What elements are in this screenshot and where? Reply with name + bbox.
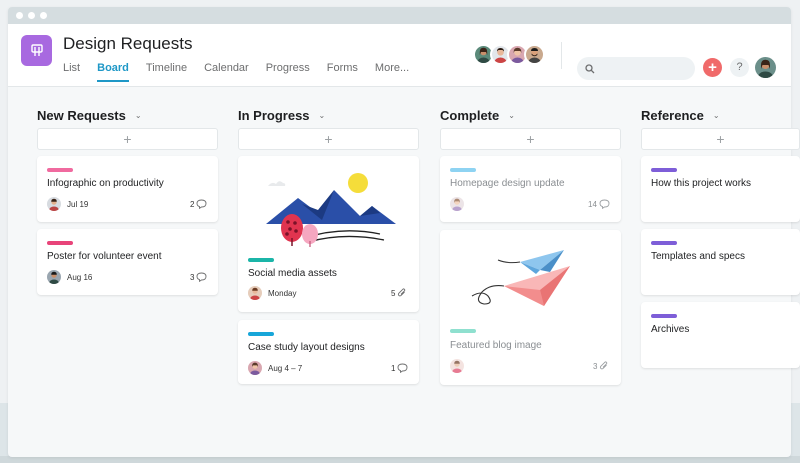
- avatar[interactable]: [450, 359, 464, 373]
- chevron-down-icon[interactable]: ⌄: [135, 111, 142, 120]
- column-header-complete[interactable]: Complete ⌄: [440, 108, 515, 123]
- column-header-in-progress[interactable]: In Progress ⌄: [238, 108, 325, 123]
- reference-card[interactable]: Templates and specs: [641, 229, 800, 295]
- card-tag: [248, 332, 274, 336]
- tab-forms[interactable]: Forms: [327, 60, 358, 82]
- card-comment-count[interactable]: 2: [190, 199, 207, 209]
- card-title: Featured blog image: [450, 340, 542, 351]
- project-nav: List Board Timeline Calendar Progress Fo…: [63, 60, 426, 82]
- card-title: Case study layout designs: [248, 342, 365, 353]
- card-attachment-count[interactable]: 3: [593, 361, 609, 371]
- column-header-reference[interactable]: Reference ⌄: [641, 108, 720, 123]
- add-task-button[interactable]: +: [238, 128, 419, 150]
- tab-calendar[interactable]: Calendar: [204, 60, 249, 82]
- avatar[interactable]: [248, 361, 262, 375]
- window-titlebar: [8, 7, 791, 24]
- card-comment-count[interactable]: 14: [588, 199, 610, 209]
- page-background-strip: [0, 456, 800, 463]
- attachment-icon: [398, 288, 406, 297]
- avatar[interactable]: [450, 197, 464, 211]
- card-tag: [47, 241, 73, 245]
- card-due-date: Monday: [268, 289, 297, 298]
- card-tag: [248, 258, 274, 262]
- quick-add-button[interactable]: +: [703, 58, 722, 77]
- card-due-date: Aug 4 – 7: [268, 364, 303, 373]
- project-header: Design Requests List Board Timeline Cale…: [8, 24, 791, 87]
- task-card[interactable]: Poster for volunteer event Aug 16 3: [37, 229, 218, 295]
- avatar[interactable]: [47, 197, 61, 211]
- tab-more[interactable]: More...: [375, 60, 409, 82]
- search-bar[interactable]: [577, 57, 695, 80]
- add-task-button[interactable]: +: [37, 128, 218, 150]
- comment-icon: [599, 199, 610, 209]
- card-tag: [47, 168, 73, 172]
- paper-planes-illustration: [471, 250, 570, 306]
- tab-board[interactable]: Board: [97, 60, 129, 82]
- card-due-date: Jul 19: [67, 200, 89, 209]
- clipboard-icon[interactable]: [21, 35, 52, 66]
- window-dot: [16, 12, 23, 19]
- card-attachment-count[interactable]: 5: [391, 288, 407, 298]
- tab-progress[interactable]: Progress: [266, 60, 310, 82]
- card-comment-count[interactable]: 1: [391, 363, 408, 373]
- window-dot: [28, 12, 35, 19]
- column-header-new-requests[interactable]: New Requests ⌄: [37, 108, 142, 123]
- card-title: Poster for volunteer event: [47, 251, 162, 262]
- card-tag: [450, 329, 476, 333]
- card-tag: [651, 168, 677, 172]
- card-due-date: Aug 16: [67, 273, 93, 282]
- window-dot: [40, 12, 47, 19]
- project-title[interactable]: Design Requests: [63, 34, 192, 54]
- card-title: Homepage design update: [450, 178, 565, 189]
- task-card[interactable]: Featured blog image 3: [440, 230, 621, 385]
- card-title: Archives: [651, 324, 690, 335]
- reference-card[interactable]: Archives: [641, 302, 800, 368]
- card-tag: [651, 314, 677, 318]
- attachment-icon: [600, 361, 608, 370]
- card-tag: [651, 241, 677, 245]
- task-card[interactable]: Social media assets Monday 5: [238, 156, 419, 312]
- user-avatar[interactable]: [755, 57, 776, 78]
- chevron-down-icon[interactable]: ⌄: [508, 111, 515, 120]
- avatar[interactable]: [248, 286, 262, 300]
- project-members[interactable]: [473, 44, 545, 65]
- card-comment-count[interactable]: 3: [190, 272, 207, 282]
- add-task-button[interactable]: +: [440, 128, 621, 150]
- task-card[interactable]: Homepage design update 14: [440, 156, 621, 222]
- chevron-down-icon[interactable]: ⌄: [319, 111, 326, 120]
- column-title: In Progress: [238, 108, 310, 123]
- comment-icon: [197, 199, 207, 209]
- comment-icon: [398, 363, 408, 373]
- avatar[interactable]: [524, 44, 545, 65]
- task-card[interactable]: Case study layout designs Aug 4 – 7 1: [238, 320, 419, 384]
- avatar[interactable]: [47, 270, 61, 284]
- search-input[interactable]: [600, 63, 690, 74]
- search-icon: [585, 63, 595, 73]
- card-title: Social media assets: [248, 268, 337, 279]
- card-tag: [450, 168, 476, 172]
- column-title: New Requests: [37, 108, 126, 123]
- card-title: How this project works: [651, 178, 752, 189]
- comment-icon: [197, 272, 207, 282]
- chevron-down-icon[interactable]: ⌄: [713, 111, 720, 120]
- column-title: Complete: [440, 108, 500, 123]
- add-task-button[interactable]: +: [641, 128, 800, 150]
- header-divider: [561, 42, 562, 69]
- reference-card[interactable]: How this project works: [641, 156, 800, 222]
- help-button[interactable]: ?: [730, 58, 749, 77]
- column-title: Reference: [641, 108, 704, 123]
- task-card[interactable]: Infographic on productivity Jul 19 2: [37, 156, 218, 222]
- mountains-illustration: [266, 173, 396, 247]
- card-title: Templates and specs: [651, 251, 745, 262]
- tab-timeline[interactable]: Timeline: [146, 60, 187, 82]
- card-title: Infographic on productivity: [47, 178, 164, 189]
- tab-list[interactable]: List: [63, 60, 80, 82]
